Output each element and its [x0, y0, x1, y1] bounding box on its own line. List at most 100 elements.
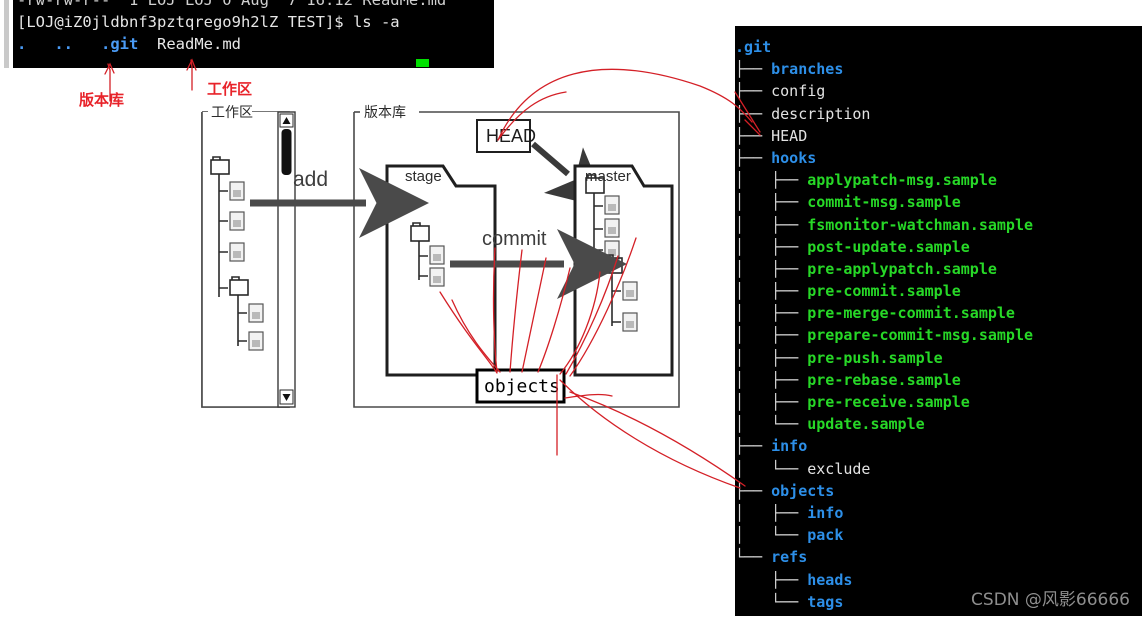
tree-branch-glyphs: ├──	[735, 60, 772, 79]
tree-row: │ ├── pre-commit.sample	[735, 280, 1142, 302]
tree-row: ├── description	[735, 103, 1142, 125]
tree-row: └── refs	[735, 546, 1142, 568]
tree-entry-exec: pre-applypatch.sample	[807, 259, 997, 278]
tree-entry-exec: post-update.sample	[807, 237, 970, 256]
tree-branch-glyphs: │ ├──	[735, 193, 808, 212]
diagram-stage-label: stage	[405, 168, 442, 185]
tree-row: ├── HEAD	[735, 125, 1142, 147]
tree-row: │ └── exclude	[735, 458, 1142, 480]
tree-branch-glyphs: │ ├──	[735, 304, 808, 323]
tree-row: │ └── pack	[735, 524, 1142, 546]
tree-entry-exec: prepare-commit-msg.sample	[807, 326, 1034, 345]
tree-branch-glyphs: │ └──	[735, 459, 808, 478]
tree-row: │ ├── pre-applypatch.sample	[735, 258, 1142, 280]
tree-entry-exec: pre-rebase.sample	[807, 370, 961, 389]
terminal-left-gutter	[0, 0, 13, 68]
listing-git-dir: .git	[101, 35, 139, 53]
tree-entry-dir: pack	[807, 526, 844, 545]
listing-dotdot: ..	[54, 35, 74, 53]
tree-entry-exec: applypatch-msg.sample	[807, 171, 997, 190]
tree-branch-glyphs: ├──	[735, 570, 808, 589]
tree-branch-glyphs: │ └──	[735, 415, 808, 434]
terminal-scrollbar[interactable]	[4, 0, 9, 68]
tree-row: │ ├── pre-receive.sample	[735, 391, 1142, 413]
annotation-workdir-label: 工作区	[207, 80, 253, 98]
tree-row: │ ├── post-update.sample	[735, 236, 1142, 258]
tree-entry-dir: objects	[771, 481, 835, 500]
listing-dot: .	[17, 35, 27, 53]
diagram-master-label: master	[585, 168, 631, 185]
listing-gap-3	[138, 35, 157, 53]
tree-entry-file: description	[771, 104, 871, 123]
tree-entry-dir: .git	[735, 38, 772, 56]
tree-branch-glyphs: │ ├──	[735, 370, 808, 389]
tree-row: │ ├── commit-msg.sample	[735, 191, 1142, 213]
tree-truncated-top-line	[740, 26, 990, 33]
terminal-scrollback-line: -rw-rw-r-- 1 LOJ LOJ 0 Aug 7 16:12 ReadM…	[17, 0, 447, 9]
terminal-listing-line: . .. .git ReadMe.md	[17, 34, 241, 54]
tree-branch-glyphs: ├──	[735, 481, 772, 500]
tree-row: ├── hooks	[735, 147, 1142, 169]
screenshot-root: -rw-rw-r-- 1 LOJ LOJ 0 Aug 7 16:12 ReadM…	[0, 0, 1142, 621]
tree-branch-glyphs: └──	[735, 592, 808, 611]
tree-entry-dir: tags	[807, 592, 844, 611]
tree-entry-exec: pre-merge-commit.sample	[807, 304, 1015, 323]
tree-branch-glyphs: ├──	[735, 82, 772, 101]
tree-branch-glyphs: │ ├──	[735, 259, 808, 278]
tree-rows-container: .git ├── branches ├── config ├── descriptio…	[735, 36, 1142, 613]
diagram-repo-label: 版本库	[364, 105, 406, 121]
tree-row: │ ├── fsmonitor-watchman.sample	[735, 214, 1142, 236]
tree-branch-glyphs: └──	[735, 548, 772, 567]
truncated-glyph-row	[740, 32, 990, 33]
tree-branch-glyphs: │ ├──	[735, 503, 808, 522]
tree-branch-glyphs: │ ├──	[735, 237, 808, 256]
tree-branch-glyphs: │ ├──	[735, 282, 808, 301]
tree-entry-exec: commit-msg.sample	[807, 193, 961, 212]
annotation-repository-label: 版本库	[79, 91, 125, 109]
tree-branch-glyphs: │ ├──	[735, 348, 808, 367]
tree-entry-dir: heads	[807, 570, 853, 589]
terminal-window[interactable]: -rw-rw-r-- 1 LOJ LOJ 0 Aug 7 16:12 ReadM…	[0, 0, 494, 68]
tree-branch-glyphs: ├──	[735, 104, 772, 123]
tree-branch-glyphs: │ ├──	[735, 326, 808, 345]
tree-entry-dir: info	[771, 437, 808, 456]
terminal-prompt-line: [LOJ@iZ0jldbnf3pztqrego9h2lZ TEST]$ ls -…	[17, 13, 400, 31]
diagram-commit-label: commit	[482, 228, 547, 250]
tree-entry-exec: fsmonitor-watchman.sample	[807, 215, 1034, 234]
tree-branch-glyphs: │ └──	[735, 526, 808, 545]
tree-row: ├── info	[735, 435, 1142, 457]
tree-row: │ ├── applypatch-msg.sample	[735, 169, 1142, 191]
tree-entry-exec: pre-receive.sample	[807, 393, 970, 411]
tree-row: ├── config	[735, 80, 1142, 102]
listing-readme-file: ReadMe.md	[157, 35, 242, 53]
tree-branch-glyphs: │ ├──	[735, 393, 808, 411]
diagram-workarea-label: 工作区	[211, 105, 253, 121]
tree-row: ├── branches	[735, 58, 1142, 80]
git-tree-output-panel[interactable]: .git ├── branches ├── config ├── descriptio…	[735, 26, 1142, 616]
tree-entry-dir: hooks	[771, 148, 817, 167]
tree-row: │ └── update.sample	[735, 413, 1142, 435]
diagram-objects-label: objects	[484, 376, 560, 397]
tree-entry-dir: branches	[771, 60, 844, 79]
tree-entry-file: exclude	[807, 459, 871, 478]
tree-branch-glyphs: │ ├──	[735, 215, 808, 234]
tree-row: │ ├── pre-rebase.sample	[735, 369, 1142, 391]
diagram-svg	[201, 111, 680, 408]
tree-row: .git	[735, 36, 1142, 58]
listing-gap-1	[26, 35, 54, 53]
tree-branch-glyphs: │ ├──	[735, 171, 808, 190]
tree-entry-file: HEAD	[771, 126, 808, 145]
csdn-watermark: CSDN @风影66666	[971, 590, 1130, 610]
terminal-cursor	[416, 59, 429, 67]
tree-row: │ ├── pre-merge-commit.sample	[735, 302, 1142, 324]
tree-entry-file: config	[771, 82, 826, 101]
tree-entry-exec: pre-commit.sample	[807, 282, 961, 301]
tree-branch-glyphs: ├──	[735, 148, 772, 167]
tree-row: ├── objects	[735, 480, 1142, 502]
tree-branch-glyphs: ├──	[735, 126, 772, 145]
tree-entry-exec: update.sample	[807, 415, 925, 434]
diagram-add-label: add	[293, 168, 329, 191]
tree-entry-exec: pre-push.sample	[807, 348, 943, 367]
listing-gap-2	[73, 35, 101, 53]
git-architecture-diagram: 工作区 版本库 add commit HEAD stage master obj…	[190, 98, 690, 410]
